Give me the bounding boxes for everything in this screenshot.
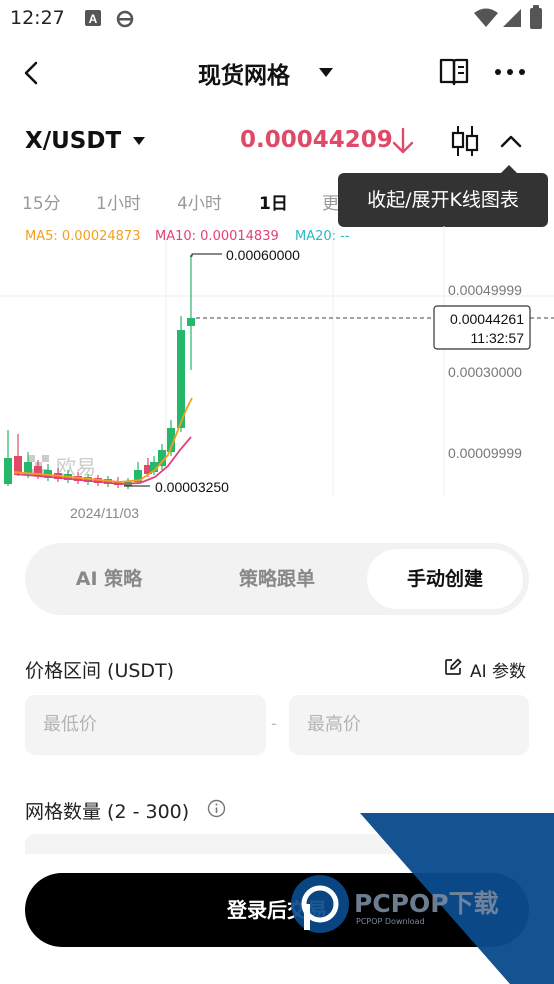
tab-more[interactable]: 更 bbox=[322, 189, 339, 214]
tab-1h[interactable]: 1小时 bbox=[96, 189, 141, 214]
a-badge-icon: A bbox=[85, 10, 101, 26]
signal-icon bbox=[503, 9, 521, 27]
tab-1d[interactable]: 1日 bbox=[259, 189, 288, 214]
candlestick-icon[interactable] bbox=[450, 124, 480, 158]
battery-icon bbox=[530, 5, 542, 29]
pair-row: X/USDT 0.00044209 bbox=[0, 118, 554, 166]
pair-dropdown-icon[interactable] bbox=[133, 137, 145, 146]
pair-selector[interactable]: X/USDT bbox=[25, 128, 121, 154]
grid-count-label: 网格数量 (2 - 300) bbox=[25, 801, 190, 823]
tab-4h[interactable]: 4小时 bbox=[177, 189, 222, 214]
segment-ai-strategy[interactable]: AI 策略 bbox=[25, 549, 193, 609]
high-label: 0.00060000 bbox=[226, 247, 300, 263]
more-icon[interactable] bbox=[494, 68, 526, 76]
status-time: 12:27 bbox=[10, 7, 65, 29]
y-tick: 0.00009999 bbox=[448, 445, 522, 461]
wifi-icon bbox=[474, 8, 498, 27]
y-tick: 0.00049999 bbox=[448, 282, 522, 298]
min-price-input[interactable]: 最低价 bbox=[25, 695, 266, 755]
chevron-down-icon[interactable] bbox=[318, 67, 334, 79]
segment-copy-strategy[interactable]: 策略跟单 bbox=[193, 549, 361, 609]
candle-body bbox=[4, 458, 12, 484]
high-leader bbox=[190, 253, 222, 257]
page-title[interactable]: 现货网格 bbox=[198, 56, 290, 90]
x-label: 2024/11/03 bbox=[70, 505, 139, 521]
max-price-input[interactable]: 最高价 bbox=[289, 695, 529, 755]
book-icon[interactable] bbox=[438, 57, 470, 87]
status-bar: 12:27 A bbox=[0, 0, 554, 38]
login-to-trade-button[interactable]: 登录后交易 bbox=[25, 873, 529, 947]
tab-15m[interactable]: 15分 bbox=[22, 189, 61, 214]
current-time-label: 11:32:57 bbox=[471, 330, 525, 346]
segment-manual-create[interactable]: 手动创建 bbox=[367, 549, 523, 609]
info-icon[interactable] bbox=[207, 799, 226, 818]
current-price-label: 0.00044261 bbox=[450, 311, 524, 327]
low-label: 0.00003250 bbox=[155, 479, 229, 495]
nav-bar: 现货网格 bbox=[0, 44, 554, 100]
candle-body bbox=[187, 318, 195, 326]
range-separator: - bbox=[271, 714, 277, 733]
kline-chart[interactable]: 欧易 0.00060000 0.00003250 0.00049999 0.00… bbox=[0, 226, 554, 526]
chevron-up-icon[interactable] bbox=[500, 134, 522, 148]
grid-count-input[interactable] bbox=[25, 834, 529, 854]
price-range-label: 价格区间 (USDT) bbox=[25, 660, 175, 682]
svg-text:A: A bbox=[89, 12, 98, 26]
e-browser-icon bbox=[116, 10, 134, 28]
edit-icon bbox=[445, 658, 462, 675]
strategy-segment: AI 策略 策略跟单 手动创建 bbox=[25, 543, 529, 615]
y-tick: 0.00030000 bbox=[448, 364, 522, 380]
ai-params-label: AI 参数 bbox=[470, 662, 527, 682]
back-icon[interactable] bbox=[22, 61, 40, 85]
last-price: 0.00044209 bbox=[240, 127, 393, 153]
arrow-down-icon bbox=[392, 127, 414, 154]
candle-body bbox=[14, 456, 22, 472]
chart-toggle-tooltip: 收起/展开K线图表 bbox=[338, 165, 548, 227]
